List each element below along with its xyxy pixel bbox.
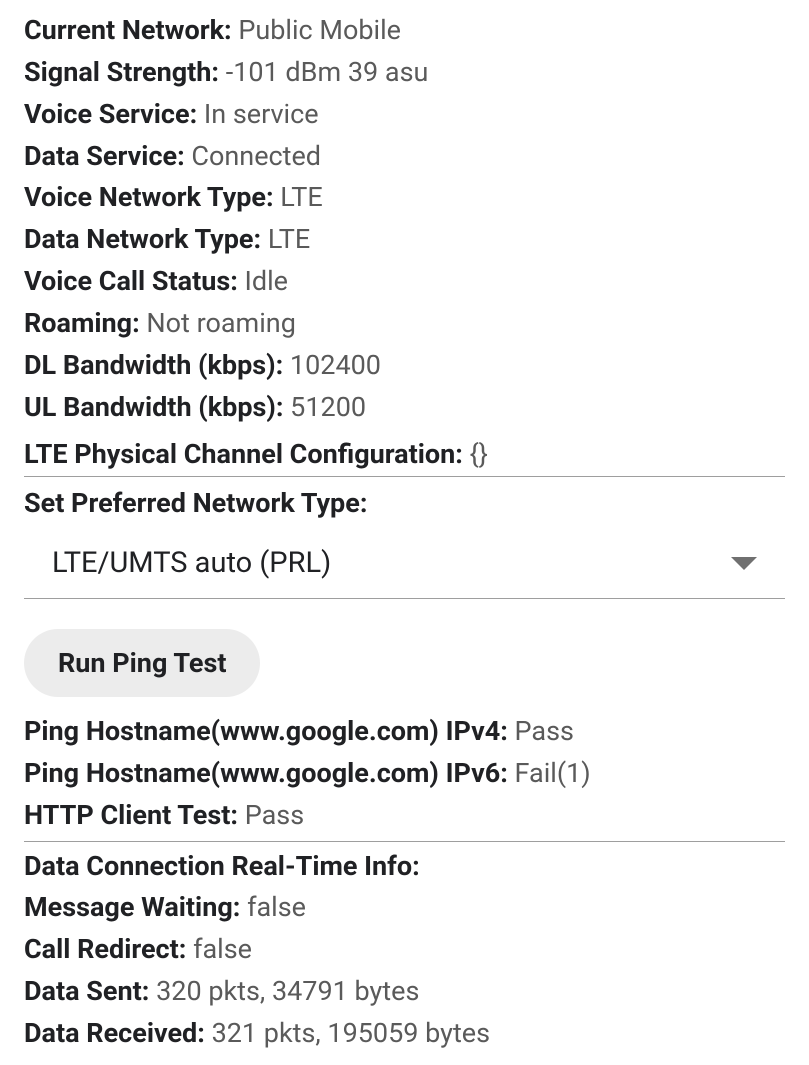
dl-bandwidth-row: DL Bandwidth (kbps): 102400 xyxy=(24,345,785,387)
data-sent-value: 320 pkts, 34791 bytes xyxy=(156,975,419,1007)
data-network-type-row: Data Network Type: LTE xyxy=(24,219,785,261)
preferred-network-select[interactable]: LTE/UMTS auto (PRL) xyxy=(24,529,785,599)
current-network-value: Public Mobile xyxy=(238,14,401,46)
voice-network-type-value: LTE xyxy=(280,181,322,213)
lte-phy-channel-label: LTE Physical Channel Configuration: xyxy=(24,438,463,470)
http-client-row: HTTP Client Test: Pass xyxy=(24,795,785,837)
lte-phy-channel-row: LTE Physical Channel Configuration: {} xyxy=(24,434,785,477)
network-info-section: Current Network: Public Mobile Signal St… xyxy=(24,10,785,477)
voice-service-row: Voice Service: In service xyxy=(24,94,785,136)
ping-ipv4-row: Ping Hostname(www.google.com) IPv4: Pass xyxy=(24,711,785,753)
realtime-info-header: Data Connection Real-Time Info: xyxy=(24,846,785,888)
realtime-info-section: Data Connection Real-Time Info: Message … xyxy=(24,846,785,1055)
data-service-row: Data Service: Connected xyxy=(24,136,785,178)
voice-network-type-row: Voice Network Type: LTE xyxy=(24,177,785,219)
data-sent-label: Data Sent: xyxy=(24,975,149,1007)
voice-call-status-value: Idle xyxy=(245,265,288,297)
data-sent-row: Data Sent: 320 pkts, 34791 bytes xyxy=(24,971,785,1013)
lte-phy-channel-value: {} xyxy=(470,438,488,470)
current-network-row: Current Network: Public Mobile xyxy=(24,10,785,52)
voice-call-status-label: Voice Call Status: xyxy=(24,265,238,297)
dl-bandwidth-label: DL Bandwidth (kbps): xyxy=(24,349,283,381)
voice-service-label: Voice Service: xyxy=(24,98,197,130)
data-network-type-label: Data Network Type: xyxy=(24,223,261,255)
http-client-value: Pass xyxy=(245,799,304,831)
call-redirect-row: Call Redirect: false xyxy=(24,929,785,971)
ping-results-section: Ping Hostname(www.google.com) IPv4: Pass… xyxy=(24,711,785,842)
dl-bandwidth-value: 102400 xyxy=(290,349,381,381)
data-received-label: Data Received: xyxy=(24,1017,205,1049)
voice-call-status-row: Voice Call Status: Idle xyxy=(24,261,785,303)
voice-network-type-label: Voice Network Type: xyxy=(24,181,274,213)
data-received-value: 321 pkts, 195059 bytes xyxy=(212,1017,490,1049)
signal-strength-label: Signal Strength: xyxy=(24,56,219,88)
data-service-label: Data Service: xyxy=(24,140,185,172)
roaming-label: Roaming: xyxy=(24,307,140,339)
http-client-label: HTTP Client Test: xyxy=(24,799,238,831)
run-ping-test-button[interactable]: Run Ping Test xyxy=(24,629,260,697)
preferred-network-selected: LTE/UMTS auto (PRL) xyxy=(52,541,731,586)
voice-service-value: In service xyxy=(204,98,319,130)
data-received-row: Data Received: 321 pkts, 195059 bytes xyxy=(24,1013,785,1055)
data-service-value: Connected xyxy=(191,140,321,172)
ul-bandwidth-value: 51200 xyxy=(290,391,366,423)
call-redirect-value: false xyxy=(193,933,252,965)
message-waiting-row: Message Waiting: false xyxy=(24,887,785,929)
current-network-label: Current Network: xyxy=(24,14,232,46)
roaming-value: Not roaming xyxy=(146,307,295,339)
preferred-network-section: Set Preferred Network Type: LTE/UMTS aut… xyxy=(24,483,785,599)
ping-ipv6-row: Ping Hostname(www.google.com) IPv6: Fail… xyxy=(24,753,785,795)
message-waiting-value: false xyxy=(247,891,306,923)
message-waiting-label: Message Waiting: xyxy=(24,891,240,923)
ping-ipv4-value: Pass xyxy=(515,715,574,747)
ping-ipv4-label: Ping Hostname(www.google.com) IPv4: xyxy=(24,715,508,747)
call-redirect-label: Call Redirect: xyxy=(24,933,186,965)
signal-strength-value: -101 dBm 39 asu xyxy=(226,56,429,88)
data-network-type-value: LTE xyxy=(268,223,310,255)
chevron-down-icon xyxy=(731,557,757,570)
preferred-network-header: Set Preferred Network Type: xyxy=(24,483,785,525)
ping-ipv6-label: Ping Hostname(www.google.com) IPv6: xyxy=(24,757,508,789)
ul-bandwidth-row: UL Bandwidth (kbps): 51200 xyxy=(24,387,785,429)
signal-strength-row: Signal Strength: -101 dBm 39 asu xyxy=(24,52,785,94)
roaming-row: Roaming: Not roaming xyxy=(24,303,785,345)
ping-ipv6-value: Fail(1) xyxy=(515,757,591,789)
ul-bandwidth-label: UL Bandwidth (kbps): xyxy=(24,391,283,423)
